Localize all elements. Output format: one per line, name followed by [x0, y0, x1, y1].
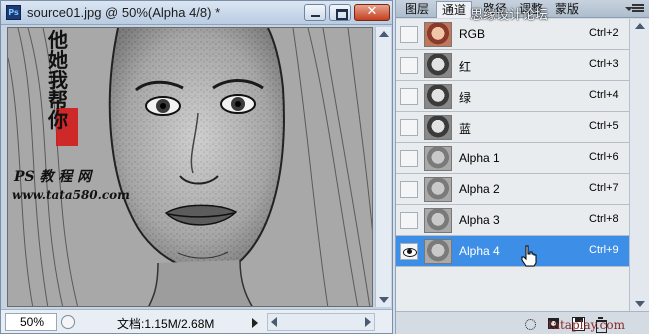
channel-row[interactable]: Alpha 4 Ctrl+9: [396, 236, 629, 267]
channel-row[interactable]: Alpha 2 Ctrl+7: [396, 174, 629, 205]
document-status-bar: 50% 文档:1.15M/2.68M: [1, 309, 392, 333]
channel-list: RGB Ctrl+2 红 Ctrl+3 绿 Ctrl+4 蓝 Ctrl+5 Alpha 1 Ctr…: [396, 19, 629, 311]
scroll-down-icon[interactable]: [379, 297, 389, 303]
channel-shortcut: Ctrl+3: [589, 58, 619, 70]
channel-shortcut: Ctrl+7: [589, 182, 619, 194]
panel-vertical-scrollbar[interactable]: [629, 19, 649, 311]
channel-name: Alpha 1: [459, 151, 500, 165]
channel-row[interactable]: Alpha 1 Ctrl+6: [396, 143, 629, 174]
tab-channels[interactable]: 通道: [436, 1, 473, 18]
scroll-down-icon[interactable]: [635, 301, 645, 307]
channel-name: 绿: [459, 91, 472, 105]
channel-name: 蓝: [459, 122, 472, 136]
site-label: PS 教 程 网: [14, 169, 92, 185]
eye-icon[interactable]: [400, 212, 418, 229]
channel-thumbnail: [424, 115, 452, 140]
channel-shortcut: Ctrl+5: [589, 120, 619, 132]
eye-icon[interactable]: [400, 150, 418, 167]
close-button[interactable]: ✕: [354, 4, 390, 21]
eye-icon[interactable]: [400, 243, 418, 260]
channel-name: Alpha 4: [459, 244, 500, 258]
eye-icon[interactable]: [400, 119, 418, 136]
channel-row[interactable]: 蓝 Ctrl+5: [396, 112, 629, 143]
document-title: source01.jpg @ 50%(Alpha 4/8) *: [27, 5, 221, 20]
panel-menu-icon[interactable]: [625, 3, 644, 15]
scroll-right-icon[interactable]: [365, 317, 371, 327]
channel-shortcut: Ctrl+9: [589, 244, 619, 256]
scroll-left-icon[interactable]: [271, 317, 277, 327]
image-canvas[interactable]: 他 她 我 帮 你 PS 教 程 网 www.tata580.com: [7, 27, 373, 307]
scroll-up-icon[interactable]: [635, 23, 645, 29]
hand-cursor-icon: [521, 245, 537, 267]
eye-icon[interactable]: [400, 181, 418, 198]
document-titlebar[interactable]: Ps source01.jpg @ 50%(Alpha 4/8) * ✕: [1, 1, 392, 25]
channel-shortcut: Ctrl+2: [589, 27, 619, 39]
eye-icon[interactable]: [400, 88, 418, 105]
channel-row[interactable]: 绿 Ctrl+4: [396, 81, 629, 112]
site-url: www.tata580.com: [12, 188, 130, 202]
watermark-top: 思缘设计论坛: [470, 7, 549, 22]
load-selection-icon[interactable]: [522, 316, 538, 331]
channel-shortcut: Ctrl+4: [589, 89, 619, 101]
channel-thumbnail: [424, 239, 452, 264]
close-icon: ✕: [366, 4, 378, 19]
document-window: Ps source01.jpg @ 50%(Alpha 4/8) * ✕ 他 她…: [0, 0, 393, 334]
channel-thumbnail: [424, 22, 452, 47]
calligraphy-text: 他 她 我 帮 你: [48, 28, 68, 132]
document-size-readout: 文档:1.15M/2.68M: [117, 317, 215, 331]
scroll-up-icon[interactable]: [379, 31, 389, 37]
eye-icon[interactable]: [400, 57, 418, 74]
canvas-vertical-scrollbar[interactable]: [375, 27, 391, 307]
tab-layers[interactable]: 图层: [400, 1, 434, 18]
channel-thumbnail: [424, 84, 452, 109]
tab-masks[interactable]: 蒙版: [550, 1, 584, 18]
zoom-level-field[interactable]: 50%: [5, 313, 57, 331]
eye-icon[interactable]: [400, 26, 418, 43]
channel-thumbnail: [424, 208, 452, 233]
status-info-icon[interactable]: [61, 315, 75, 329]
maximize-button[interactable]: [329, 4, 351, 21]
channel-row[interactable]: RGB Ctrl+2: [396, 19, 629, 50]
photoshop-app-icon: Ps: [6, 5, 21, 20]
channel-name: 红: [459, 60, 472, 74]
channel-name: Alpha 3: [459, 213, 500, 227]
channel-row[interactable]: Alpha 3 Ctrl+8: [396, 205, 629, 236]
channel-shortcut: Ctrl+6: [589, 151, 619, 163]
channel-thumbnail: [424, 53, 452, 78]
channel-name: RGB: [459, 27, 486, 41]
watermark-bottom: tataplay.com: [548, 318, 625, 332]
channel-shortcut: Ctrl+8: [589, 213, 619, 225]
minimize-button[interactable]: [304, 4, 326, 21]
channel-name: Alpha 2: [459, 182, 500, 196]
channel-row[interactable]: 红 Ctrl+3: [396, 50, 629, 81]
channels-panel: 图层 通道 路径 调整 蒙版 RGB Ctrl+2 红 Ctrl+3 绿 Ctrl+4 蓝 C…: [395, 0, 649, 334]
canvas-horizontal-scrollbar[interactable]: [267, 313, 375, 331]
channel-thumbnail: [424, 146, 452, 171]
channel-thumbnail: [424, 177, 452, 202]
status-menu-arrow-icon[interactable]: [252, 318, 258, 328]
